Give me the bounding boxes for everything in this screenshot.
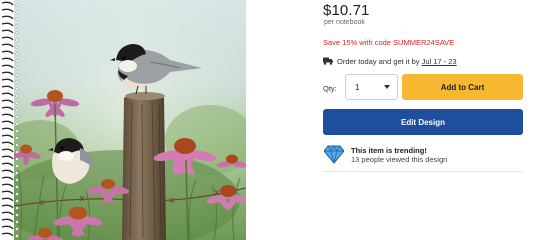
quantity-label: Qty: (323, 84, 337, 93)
edit-design-button[interactable]: Edit Design (323, 109, 523, 135)
delivery-text: Order today and get it by (337, 56, 420, 66)
delivery-date-link[interactable]: Jul 17 - 23 (422, 57, 457, 66)
promo-code-text: Save 15% with code SUMMER24SAVE (323, 38, 455, 47)
trending-subtitle: 13 people viewed this design (351, 155, 448, 164)
notebook-cover-illustration (0, 0, 246, 240)
quantity-value: 1 (355, 82, 360, 92)
delivery-estimate: Order today and get it by Jul 17 - 23 (323, 56, 457, 66)
quantity-select[interactable]: 1 (345, 74, 398, 100)
diamond-icon (324, 145, 344, 164)
product-image[interactable] (0, 0, 246, 240)
caret-down-icon (384, 85, 390, 89)
trending-title: This item is trending! (351, 146, 427, 155)
price-unit: per notebook (324, 19, 365, 26)
truck-icon (323, 57, 333, 65)
trending-notice: This item is trending! 13 people viewed … (323, 144, 523, 172)
product-price: $10.71 (323, 2, 370, 19)
add-to-cart-button[interactable]: Add to Cart (402, 74, 523, 100)
purchase-panel: $10.71 per notebook Save 15% with code S… (323, 0, 523, 240)
